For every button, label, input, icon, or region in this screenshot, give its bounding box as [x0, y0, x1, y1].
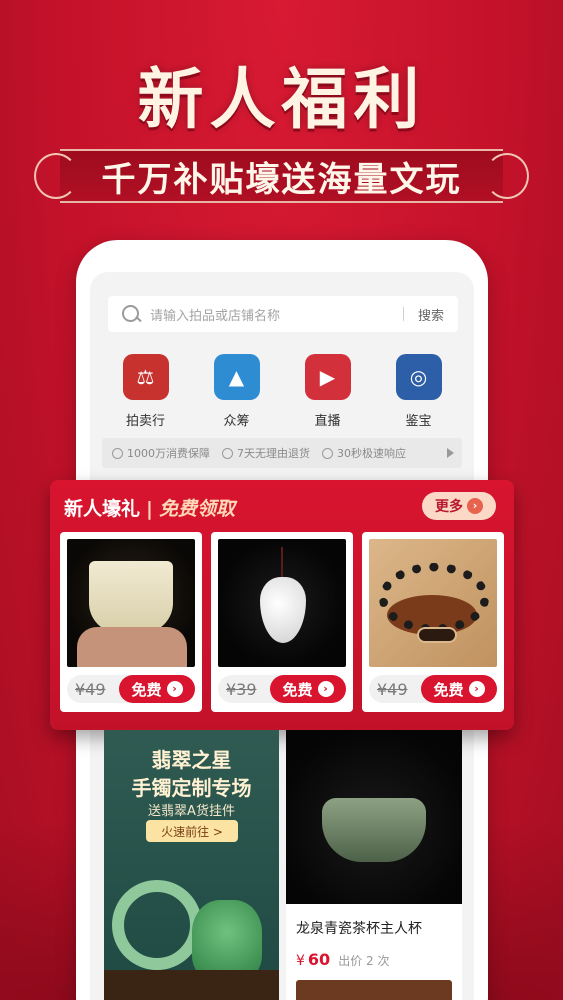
price-row: ¥49 免费 › — [369, 675, 497, 703]
price-row: ¥49 免费 › — [67, 675, 195, 703]
dzi-bead-shape — [417, 627, 457, 643]
gift-subtitle: 免费领取 — [158, 498, 235, 520]
chevron-right-icon: › — [468, 681, 485, 697]
more-label: 更多 — [435, 499, 463, 515]
chevron-right-icon: › — [467, 498, 483, 514]
live-video-icon: ▶ — [304, 354, 351, 400]
product-image-bracelet[interactable] — [369, 539, 497, 667]
product-image-teacup[interactable] — [286, 730, 462, 904]
guarantee-bar: 1000万消费保障 7天无理由退货 30秒极速响应 — [102, 438, 462, 468]
original-price: ¥49 — [75, 679, 106, 699]
category-label: 众筹 — [223, 414, 250, 429]
search-bar[interactable]: 请输入拍品或店铺名称 搜索 — [108, 296, 458, 332]
product-meta: ¥ 60 出价 2 次 — [296, 950, 462, 969]
category-label: 鉴宝 — [405, 414, 432, 429]
appraise-icon: ◎ — [395, 354, 442, 400]
search-icon — [120, 303, 142, 325]
gift-cards: ¥49 免费 › ¥39 免费 › ¥49 免费 › — [60, 532, 504, 712]
chevron-right-icon: › — [317, 681, 334, 697]
bracelet-shape — [379, 563, 489, 633]
category-live[interactable]: ▶ 直播 — [288, 354, 368, 429]
product-price: 60 — [307, 950, 331, 969]
category-label: 直播 — [314, 414, 341, 429]
guarantee-item: 30秒极速响应 — [322, 445, 406, 461]
shield-icon — [112, 447, 123, 459]
gift-title-separator: | — [146, 498, 153, 520]
more-button[interactable]: 更多 › — [422, 492, 496, 520]
free-label: 免费 — [131, 680, 162, 699]
free-claim-button[interactable]: 免费 › — [270, 675, 346, 703]
category-crowdfund[interactable]: ▲ 众筹 — [197, 354, 277, 429]
promo-card-jade[interactable]: 翡翠之星 手镯定制专场 送翡翠A货挂件 火速前往 > — [104, 730, 279, 1000]
jade-buddha-shape — [192, 900, 262, 980]
lightning-icon — [322, 447, 333, 459]
free-claim-button[interactable]: 免费 › — [421, 675, 497, 703]
gift-title-text: 新人壕礼 — [64, 498, 141, 520]
gift-card[interactable]: ¥49 免费 › — [362, 532, 504, 712]
pendant-shape — [260, 577, 306, 643]
category-appraise[interactable]: ◎ 鉴宝 — [379, 354, 459, 429]
gift-title: 新人壕礼 | 免费领取 — [64, 494, 235, 521]
ornament-right-icon — [485, 153, 529, 199]
product-card[interactable]: 龙泉青瓷茶杯主人杯 ¥ 60 出价 2 次 — [286, 730, 462, 1000]
currency-symbol: ¥ — [296, 953, 305, 969]
gift-panel: 新人壕礼 | 免费领取 更多 › ¥49 免费 › ¥39 免费 › ¥49 免… — [50, 480, 514, 730]
next-product-image[interactable] — [296, 980, 452, 1000]
guarantee-text: 7天无理由退货 — [237, 447, 310, 460]
sub-banner: 千万补贴壕送海量文玩 — [30, 145, 533, 207]
search-button[interactable]: 搜索 — [404, 305, 458, 324]
category-auction[interactable]: ⚖ 拍卖行 — [106, 354, 186, 429]
cord-shape — [281, 547, 283, 581]
return-icon — [222, 447, 233, 459]
gift-card[interactable]: ¥39 免费 › — [211, 532, 353, 712]
promo-subtitle: 送翡翠A货挂件 — [148, 804, 235, 819]
hand-shape — [77, 627, 187, 667]
guarantee-item: 7天无理由退货 — [222, 445, 310, 461]
original-price: ¥39 — [226, 679, 257, 699]
promo-title-2: 手镯定制专场 — [131, 776, 252, 800]
price-row: ¥39 免费 › — [218, 675, 346, 703]
promo-title: 翡翠之星 — [151, 748, 232, 772]
product-name: 龙泉青瓷茶杯主人杯 — [296, 921, 422, 937]
teacup-shape — [322, 798, 426, 862]
headline: 新人福利 — [137, 61, 426, 138]
wood-base-shape — [104, 970, 279, 1000]
category-grid: ⚖ 拍卖行 ▲ 众筹 ▶ 直播 ◎ 鉴宝 — [100, 354, 464, 429]
free-label: 免费 — [282, 680, 313, 699]
category-label: 拍卖行 — [125, 414, 165, 429]
product-image-pendant[interactable] — [218, 539, 346, 667]
gavel-icon: ⚖ — [122, 354, 169, 400]
free-claim-button[interactable]: 免费 › — [119, 675, 195, 703]
product-image-cup[interactable] — [67, 539, 195, 667]
free-label: 免费 — [433, 680, 464, 699]
crowdfund-icon: ▲ — [213, 354, 260, 400]
original-price: ¥49 — [377, 679, 408, 699]
jade-bangle-shape — [112, 880, 202, 970]
guarantee-item: 1000万消费保障 — [112, 445, 210, 461]
guarantee-text: 30秒极速响应 — [337, 447, 406, 460]
promo-go-button[interactable]: 火速前往 > — [146, 820, 238, 842]
cup-shape — [89, 561, 173, 633]
guarantee-text: 1000万消费保障 — [127, 447, 210, 460]
search-input[interactable]: 请输入拍品或店铺名称 — [150, 305, 403, 324]
play-icon[interactable] — [447, 448, 454, 458]
ornament-left-icon — [34, 153, 78, 199]
chevron-right-icon: › — [166, 681, 183, 697]
bid-count: 出价 2 次 — [338, 954, 390, 968]
subheadline: 千万补贴壕送海量文玩 — [101, 159, 462, 200]
gift-card[interactable]: ¥49 免费 › — [60, 532, 202, 712]
